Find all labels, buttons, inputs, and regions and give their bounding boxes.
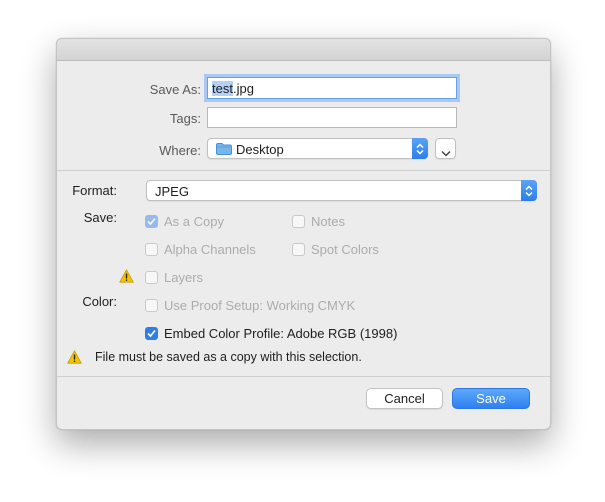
embed-color-profile-label: Embed Color Profile: Adobe RGB (1998) <box>164 326 398 341</box>
notes-checkbox[interactable] <box>292 215 305 228</box>
alpha-channels-label: Alpha Channels <box>164 242 256 257</box>
save-options-label: Save: <box>83 210 117 225</box>
tags-field[interactable] <box>207 107 457 128</box>
updown-chevron-icon[interactable] <box>521 180 537 201</box>
cancel-button[interactable]: Cancel <box>366 388 443 409</box>
where-label: Where: <box>159 143 201 158</box>
warning-icon <box>119 269 134 286</box>
expand-button[interactable] <box>435 138 456 159</box>
chevron-down-icon <box>441 145 451 160</box>
folder-icon <box>216 143 232 155</box>
save-as-label: Save As: <box>149 82 201 97</box>
as-a-copy-checkbox[interactable] <box>145 215 158 228</box>
format-label: Format: <box>72 183 117 198</box>
spot-colors-label: Spot Colors <box>311 242 379 257</box>
save-button[interactable]: Save <box>452 388 530 409</box>
save-dialog: Save As: test.jpg Tags: Where: Desktop F… <box>56 38 551 430</box>
separator <box>57 170 550 171</box>
filename-text: test.jpg <box>212 81 254 96</box>
layers-checkbox[interactable] <box>145 271 158 284</box>
filename-selection: test <box>212 81 233 96</box>
as-a-copy-label: As a Copy <box>164 214 224 229</box>
format-value: JPEG <box>155 184 189 199</box>
use-proof-setup-checkbox[interactable] <box>145 299 158 312</box>
spot-colors-checkbox[interactable] <box>292 243 305 256</box>
notes-label: Notes <box>311 214 345 229</box>
updown-chevron-icon[interactable] <box>412 138 428 159</box>
alpha-channels-checkbox[interactable] <box>145 243 158 256</box>
where-popup[interactable]: Desktop <box>207 138 428 159</box>
filename-field[interactable]: test.jpg <box>207 77 457 99</box>
tags-label: Tags: <box>169 111 201 126</box>
use-proof-setup-label: Use Proof Setup: Working CMYK <box>164 298 356 313</box>
dialog-titlebar <box>57 39 550 61</box>
where-value: Desktop <box>236 142 284 157</box>
warning-message: File must be saved as a copy with this s… <box>95 350 362 364</box>
separator <box>57 376 550 377</box>
color-options-label: Color: <box>82 294 117 309</box>
layers-label: Layers <box>164 270 204 285</box>
warning-icon <box>67 350 82 367</box>
filename-extension: .jpg <box>232 81 254 96</box>
format-popup[interactable]: JPEG <box>146 180 537 201</box>
embed-color-profile-checkbox[interactable] <box>145 327 158 340</box>
